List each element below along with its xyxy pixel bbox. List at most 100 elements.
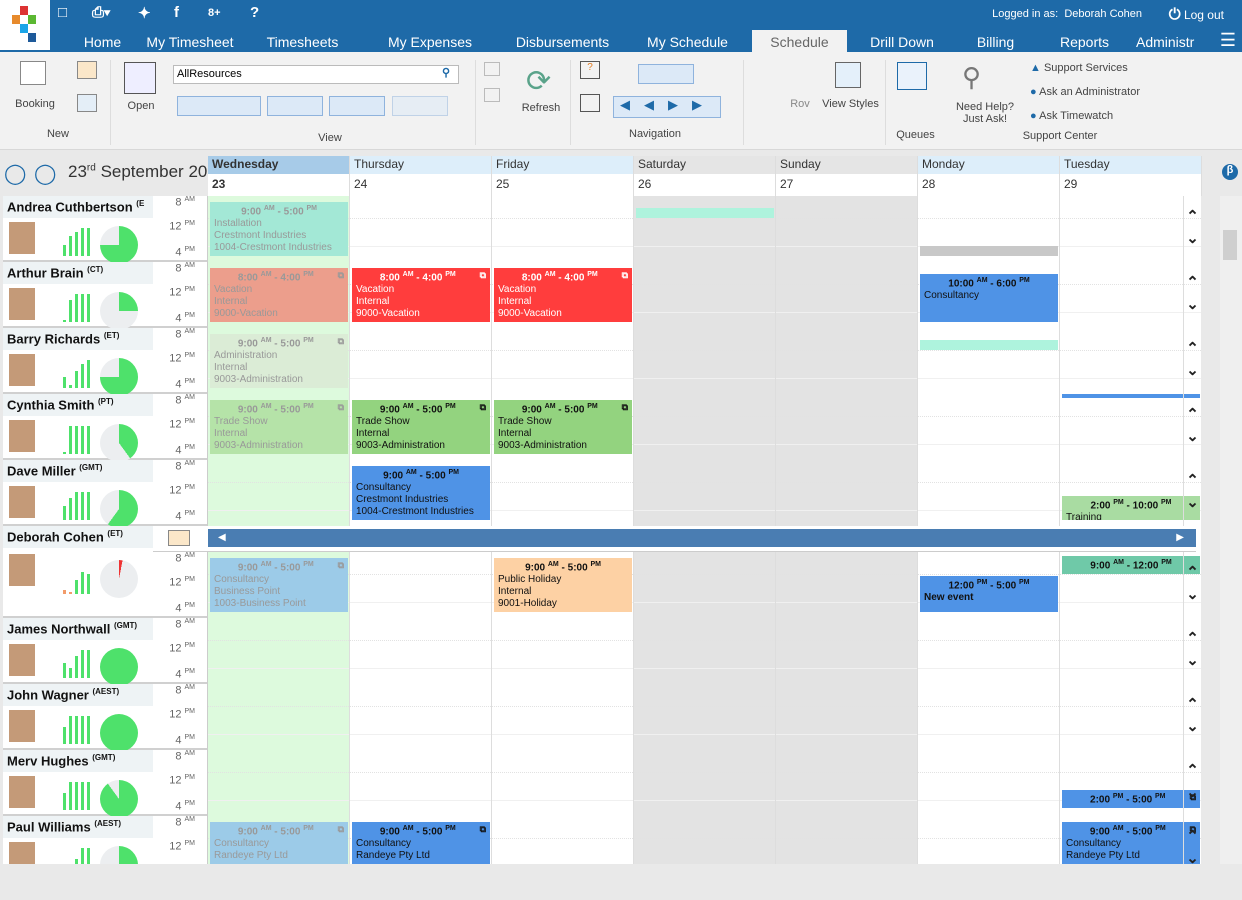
tab-schedule[interactable]: Schedule <box>752 30 847 52</box>
row-scroll-arrows[interactable]: ⌃ ⌄ <box>1183 618 1201 684</box>
day-cell[interactable] <box>350 552 492 618</box>
day-cell[interactable] <box>1060 684 1201 750</box>
day-cell[interactable] <box>776 196 918 262</box>
day-cell[interactable] <box>350 196 492 262</box>
chevron-up-icon[interactable]: ⌃ <box>1184 562 1201 584</box>
day-cell[interactable] <box>918 684 1060 750</box>
beta-icon[interactable]: β <box>1222 164 1238 180</box>
prev-date-icon[interactable]: ◯ <box>4 161 26 186</box>
day-cell[interactable] <box>1060 328 1201 394</box>
day-cell[interactable] <box>1060 394 1201 460</box>
day-cell[interactable] <box>776 750 918 816</box>
chevron-up-icon[interactable]: ⌃ <box>1184 826 1201 848</box>
day-header[interactable]: Sunday 27 <box>776 156 918 196</box>
nav-arrows[interactable]: ◀◀▶▶ <box>613 96 721 118</box>
day-cell[interactable] <box>492 328 634 394</box>
event-block[interactable]: 8:00 AM - 4:00 PM ⧉ Vacation Internal 9000-V… <box>494 268 632 322</box>
chevron-up-icon[interactable]: ⌃ <box>1184 272 1201 294</box>
resource-name[interactable]: Deborah Cohen (ET) <box>3 526 153 548</box>
chevron-up-icon[interactable]: ⌃ <box>1184 760 1201 782</box>
recurring-icon[interactable]: ⧉ <box>338 401 344 413</box>
day-cell[interactable] <box>208 460 350 526</box>
day-cell[interactable] <box>634 552 776 618</box>
chevron-down-icon[interactable]: ⌄ <box>1184 848 1201 864</box>
tab-administr[interactable]: Administr <box>1136 30 1194 52</box>
booking-button[interactable]: Booking <box>10 98 60 110</box>
help-search-icon[interactable]: ⚲ <box>962 62 981 93</box>
day-cell[interactable] <box>1060 262 1201 328</box>
chevron-down-icon[interactable]: ⌄ <box>1184 294 1201 316</box>
zoom-buttons[interactable] <box>329 96 385 116</box>
day-cell[interactable] <box>776 618 918 684</box>
day-cell[interactable] <box>350 618 492 684</box>
day-cell[interactable] <box>350 750 492 816</box>
event-block[interactable]: 9:00 AM - 5:00 PM ⧉ Consultancy Randeye Pty… <box>352 822 490 864</box>
resource-search-input[interactable]: AllResources ⚲ <box>173 65 459 84</box>
event-block[interactable]: 9:00 AM - 5:00 PM ⧉ Consultancy Randeye Pty… <box>210 822 348 864</box>
event-bar[interactable] <box>920 246 1058 256</box>
row-scroll-arrows[interactable]: ⌃ ⌄ <box>1183 460 1201 526</box>
day-cell[interactable] <box>208 618 350 684</box>
day-cell[interactable] <box>918 328 1060 394</box>
day-cell[interactable] <box>634 196 776 262</box>
day-cell[interactable] <box>918 394 1060 460</box>
day-cell[interactable] <box>208 684 350 750</box>
next-date-icon[interactable]: ◯ <box>34 161 56 186</box>
scrollbar-thumb[interactable] <box>1223 230 1237 260</box>
tab-my-timesheet[interactable]: My Timesheet <box>140 30 240 52</box>
row-scroll-arrows[interactable]: ⌃ ⌄ <box>1183 816 1201 864</box>
save-icon[interactable]: □ <box>58 4 67 21</box>
day-cell[interactable] <box>634 394 776 460</box>
day-cell[interactable] <box>918 618 1060 684</box>
day-cell[interactable] <box>776 460 918 526</box>
new-timeline-icon[interactable] <box>77 61 97 79</box>
support-services-link[interactable]: ▲ Support Services <box>1030 62 1128 74</box>
event-block[interactable]: 9:00 AM - 5:00 PM ⧉ Administration Internal… <box>210 334 348 388</box>
chevron-down-icon[interactable]: ⌄ <box>1184 782 1201 804</box>
collapse-expand-buttons[interactable] <box>267 96 323 116</box>
timeline-right-arrow[interactable]: ▶ <box>1176 532 1184 543</box>
event-block[interactable]: 2:00 PM - 10:00 PM Training <box>1062 496 1200 520</box>
day-cell[interactable] <box>492 196 634 262</box>
chevron-down-icon[interactable]: ⌄ <box>1184 650 1201 672</box>
chevron-down-icon[interactable]: ⌄ <box>1184 426 1201 448</box>
chevron-down-icon[interactable]: ⌄ <box>1184 360 1201 382</box>
edit-icon[interactable] <box>484 62 500 76</box>
tab-disbursements[interactable]: Disbursements <box>505 30 620 52</box>
day-header[interactable]: Thursday 24 <box>350 156 492 196</box>
recurring-icon[interactable]: ⧉ <box>338 823 344 835</box>
event-bar[interactable] <box>636 208 774 218</box>
open-view-icon[interactable] <box>124 62 156 94</box>
resource-name[interactable]: John Wagner (AEST) <box>3 684 153 706</box>
row-scroll-arrows[interactable]: ⌃ ⌄ <box>1183 196 1201 262</box>
chevron-up-icon[interactable]: ⌃ <box>1184 206 1201 228</box>
resource-name[interactable]: Merv Hughes (GMT) <box>3 750 153 772</box>
ask-administrator-link[interactable]: ● Ask an Administrator <box>1030 86 1140 98</box>
day-cell[interactable] <box>634 460 776 526</box>
chevron-up-icon[interactable]: ⌃ <box>1184 404 1201 426</box>
recurring-icon[interactable]: ⧉ <box>622 269 628 281</box>
row-scroll-arrows[interactable]: ⌃ ⌄ <box>1183 684 1201 750</box>
resource-name[interactable]: James Northwall (GMT) <box>3 618 153 640</box>
facebook-icon[interactable]: f <box>174 4 179 21</box>
hamburger-menu-icon[interactable]: ☰ <box>1220 30 1236 51</box>
delete-icon[interactable] <box>484 88 500 102</box>
tab-billing[interactable]: Billing <box>963 30 1028 52</box>
tab-my-expenses[interactable]: My Expenses <box>380 30 480 52</box>
day-cell[interactable] <box>776 394 918 460</box>
ask-timewatch-link[interactable]: ● Ask Timewatch <box>1030 110 1113 122</box>
help-icon[interactable]: ? <box>250 4 259 21</box>
google-plus-icon[interactable]: 8+ <box>208 7 221 19</box>
chevron-down-icon[interactable]: ⌄ <box>1184 584 1201 606</box>
event-block[interactable]: 10:00 AM - 6:00 PM Consultancy <box>920 274 1058 322</box>
logout-button[interactable]: ⏻ Log out <box>1169 6 1224 23</box>
recurring-icon[interactable]: ⧉ <box>338 335 344 347</box>
app-logo[interactable] <box>0 0 50 50</box>
day-cell[interactable] <box>776 552 918 618</box>
chevron-up-icon[interactable]: ⌃ <box>1184 628 1201 650</box>
recurring-icon[interactable]: ⧉ <box>480 269 486 281</box>
day-cell[interactable] <box>776 262 918 328</box>
event-block[interactable]: 9:00 AM - 5:00 PM ⧉ Consultancy Business Po… <box>210 558 348 612</box>
resource-name[interactable]: Arthur Brain (CT) <box>3 262 153 284</box>
event-block[interactable]: 9:00 AM - 5:00 PM ⧉ Trade Show Internal 9003… <box>210 400 348 454</box>
